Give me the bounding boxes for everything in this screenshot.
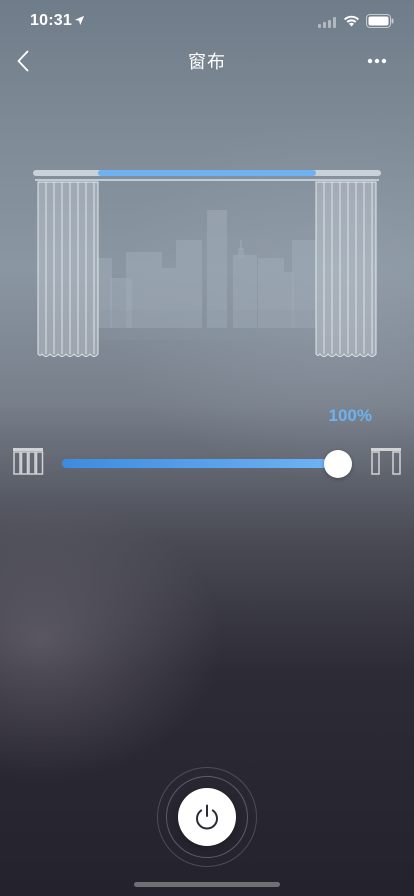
ellipsis-icon [367, 58, 387, 64]
location-arrow-icon [74, 15, 85, 26]
curtain-illustration [33, 170, 381, 357]
left-curtain [37, 181, 99, 357]
status-time: 10:31 [30, 12, 72, 29]
power-icon [196, 804, 218, 830]
more-button[interactable] [362, 48, 392, 74]
page-title: 窗布 [188, 52, 226, 72]
curtain-closed-icon[interactable] [12, 447, 44, 475]
curtain-rail [33, 170, 381, 181]
status-bar: 10:31 [0, 0, 414, 44]
wifi-icon [344, 15, 359, 27]
cellular-signal-icon [318, 17, 336, 28]
battery-icon [366, 14, 394, 28]
curtain-control-screen: 10:31 窗布 100% [0, 0, 414, 896]
curtain-open-slider[interactable] [62, 450, 352, 478]
home-indicator [134, 882, 280, 887]
nav-bar: 窗布 [0, 44, 414, 78]
power-button[interactable] [178, 788, 236, 846]
slider-fill [62, 459, 338, 468]
curtain-open-icon[interactable] [370, 447, 402, 475]
open-percent-label: 100% [328, 406, 372, 425]
slider-thumb[interactable] [324, 450, 352, 478]
right-curtain [315, 181, 377, 357]
